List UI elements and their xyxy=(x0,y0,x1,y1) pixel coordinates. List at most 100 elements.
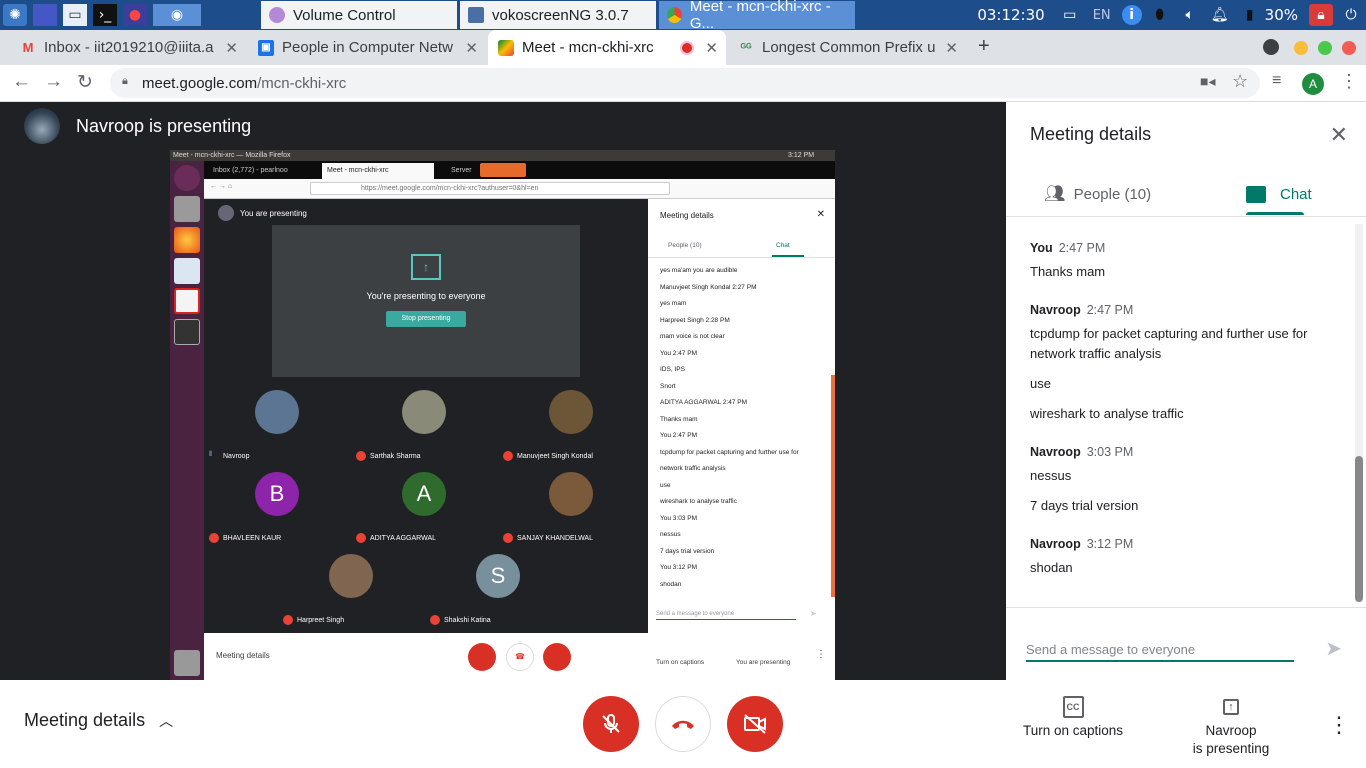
chat-message-header: Navroop 3:03 PM xyxy=(1030,442,1340,462)
file-manager-icon[interactable]: ▭ xyxy=(63,4,87,26)
shared-chat-line: nessus xyxy=(660,531,681,538)
workspace-1-icon[interactable] xyxy=(33,4,57,26)
mic-off-icon xyxy=(283,615,293,625)
bookmark-star-icon[interactable]: ☆ xyxy=(1232,71,1248,92)
participant-name-row: ⦀ Navroop xyxy=(209,451,249,461)
tab-meet[interactable]: Meet - mcn-ckhi-xrc ✕ xyxy=(488,30,726,65)
shared-chat-line: yes mam xyxy=(660,300,687,307)
forward-icon[interactable]: → xyxy=(44,71,63,93)
microphone-toggle-button[interactable] xyxy=(583,696,639,752)
active-tab-indicator xyxy=(1246,212,1304,215)
chat-message-list: You 2:47 PM Thanks mam Navroop 2:47 PM tcpdum… xyxy=(1030,234,1340,578)
chrome-launcher-icon[interactable]: ◉ xyxy=(153,4,201,26)
meeting-details-button[interactable]: Meeting details ︿ xyxy=(24,710,173,731)
notification-bell-icon[interactable]: 🔔︎ xyxy=(1208,4,1232,26)
power-icon[interactable]: ⏻ xyxy=(1339,4,1363,26)
reload-icon[interactable]: ↻ xyxy=(77,71,93,94)
close-tab-icon[interactable]: ✕ xyxy=(465,39,478,57)
close-panel-icon[interactable]: ✕ xyxy=(1330,122,1348,148)
files-icon xyxy=(174,196,200,222)
shared-chat-line: Manuvjeet Singh Kondal 2:27 PM xyxy=(660,283,757,291)
camera-icon[interactable]: ■◂ xyxy=(1200,73,1215,90)
mic-off-icon xyxy=(356,451,366,461)
participant-avatar xyxy=(255,390,299,434)
screen-recorder-icon[interactable]: ● xyxy=(123,4,147,26)
send-message-icon[interactable]: ➤ xyxy=(1325,636,1342,661)
participant-name: Navroop xyxy=(223,452,250,460)
shared-chat-line: mam voice is not clear xyxy=(660,333,725,340)
chat-time: 2:47 PM xyxy=(1058,241,1106,255)
tab-chat[interactable]: Chat xyxy=(1246,172,1312,216)
close-tab-icon[interactable]: ✕ xyxy=(225,39,238,57)
screen-icon[interactable]: ▭ xyxy=(1058,4,1082,26)
chat-message-input[interactable] xyxy=(1026,638,1294,662)
taskbar-window-meet[interactable]: Meet - mcn-ckhi-xrc - G... xyxy=(659,0,855,32)
chat-message-text: wireshark to analyse traffic xyxy=(1030,406,1184,421)
taskbar-window-label: vokoscreenNG 3.0.7 xyxy=(492,6,629,24)
presenting-button[interactable]: ↑ Navroop is presenting xyxy=(1190,692,1272,758)
maximize-window-icon[interactable] xyxy=(1318,41,1332,55)
new-tab-icon[interactable]: + xyxy=(978,35,990,58)
taskbar-clock: 03:12:30 xyxy=(977,6,1045,24)
camera-toggle-button[interactable] xyxy=(727,696,783,752)
lock-screen-icon[interactable]: 🔒︎ xyxy=(1309,4,1333,26)
participant-name-row: Harpreet Singh xyxy=(283,615,344,625)
close-tab-icon[interactable]: ✕ xyxy=(705,39,718,57)
shared-launcher xyxy=(170,161,204,680)
panel-title: Meeting details xyxy=(1030,124,1152,144)
recording-indicator-icon xyxy=(682,42,692,53)
tab-inbox[interactable]: M Inbox - iit2019210@iiita.a ✕ xyxy=(10,30,246,65)
battery-icon[interactable]: ▮ xyxy=(1238,4,1262,26)
chevron-up-icon: ︿ xyxy=(159,712,174,729)
close-window-icon[interactable] xyxy=(1342,41,1356,55)
meet-icon xyxy=(498,39,514,56)
chat-tab-label: Chat xyxy=(1280,185,1312,203)
captions-button[interactable]: CC Turn on captions xyxy=(1021,692,1125,740)
minimize-window-icon[interactable] xyxy=(1294,41,1308,55)
keyboard-layout[interactable]: EN xyxy=(1093,8,1111,23)
terminal-icon[interactable]: ›_ xyxy=(93,4,117,26)
network-icon[interactable]: ⬮ xyxy=(1148,4,1172,26)
taskbar-window-vokoscreen[interactable]: vokoscreenNG 3.0.7 xyxy=(460,1,656,29)
more-options-icon[interactable]: ⋮ xyxy=(1328,712,1350,738)
tab-search-icon[interactable] xyxy=(1263,39,1279,55)
close-tab-icon[interactable]: ✕ xyxy=(945,39,958,57)
taskbar-window-volume[interactable]: Volume Control xyxy=(261,1,457,29)
shared-side-chat: Chat xyxy=(776,242,790,249)
shared-chat-line: ADITYA AGGARWAL 2:47 PM xyxy=(660,399,748,406)
chat-scrollbar-thumb[interactable] xyxy=(1355,456,1363,602)
participant-name: Shakshi Katina xyxy=(444,616,491,624)
shared-terminal-icon xyxy=(174,319,200,345)
tab-label: Meet - mcn-ckhi-xrc xyxy=(522,39,654,56)
chat-time: 2:47 PM xyxy=(1086,303,1134,317)
chat-sender: Navroop xyxy=(1030,445,1081,459)
media-queue-icon[interactable]: ≡ xyxy=(1272,72,1281,90)
shared-captions: Turn on captions xyxy=(656,659,705,666)
presenter-avatar xyxy=(24,108,60,144)
start-menu-icon[interactable]: ✺ xyxy=(3,4,27,26)
chat-sender: Navroop xyxy=(1030,303,1081,317)
os-taskbar: ✺ ▭ ›_ ● ◉ Volume Control vokoscreenNG 3… xyxy=(0,0,1366,32)
mic-off-icon xyxy=(602,713,620,733)
camera-off-icon xyxy=(744,714,766,734)
vokoscreen-app-icon xyxy=(468,7,484,23)
classroom-icon: ▣ xyxy=(258,39,274,56)
browser-menu-icon[interactable]: ⋮ xyxy=(1340,71,1358,92)
participant-name: ADITYA AGGARWAL xyxy=(370,534,437,542)
shared-addon-icons xyxy=(480,163,526,177)
shared-chat-line: tcpdump for packet capturing and further… xyxy=(660,448,799,456)
taskbar-window-label: Meet - mcn-ckhi-xrc - G... xyxy=(689,0,831,32)
profile-avatar[interactable]: A xyxy=(1302,73,1324,95)
tab-people[interactable]: 👥︎ People (10) xyxy=(1044,172,1151,216)
speaker-icon[interactable]: 🔈︎ xyxy=(1178,4,1202,26)
shared-meeting-details: Meeting details xyxy=(216,651,270,660)
back-icon[interactable]: ← xyxy=(12,71,31,93)
shared-screen: Meet - mcn-ckhi-xrc — Mozilla Firefox 3:… xyxy=(170,150,835,680)
shared-navbar: ← → ⌂ https://meet.google.com/mcn-ckhi-x… xyxy=(204,179,835,199)
tab-people[interactable]: ▣ People in Computer Netw ✕ xyxy=(248,30,486,65)
tab-gfg[interactable]: ᴳᴳ Longest Common Prefix u ✕ xyxy=(728,30,966,65)
leave-call-button[interactable] xyxy=(655,696,711,752)
shared-you-presenting-label: You are presenting xyxy=(240,208,307,218)
url-bar[interactable]: 🔒︎ meet.google.com/mcn-ckhi-xrc xyxy=(110,68,1260,98)
info-icon[interactable]: i xyxy=(1121,5,1142,25)
